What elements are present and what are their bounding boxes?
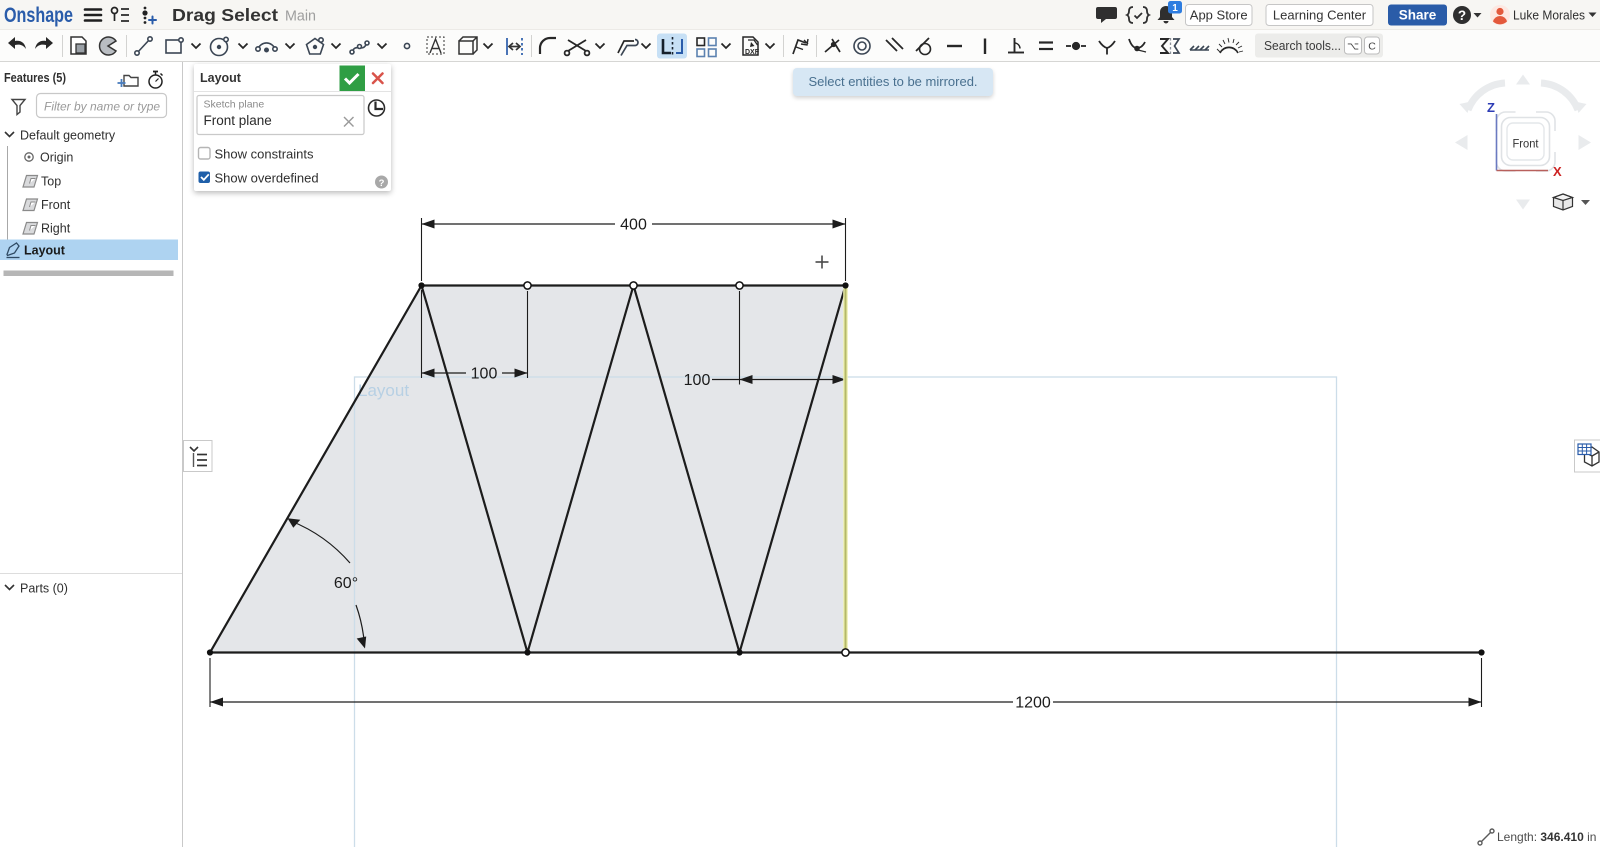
svg-text:Right: Right [41,222,71,236]
svg-text:Z: Z [1487,100,1495,115]
svg-text:1: 1 [1172,3,1178,14]
svg-text:Onshape: Onshape [4,4,73,27]
svg-text:Filter by name or type: Filter by name or type [44,100,160,114]
svg-text:100: 100 [684,372,711,389]
svg-text:Origin: Origin [40,151,73,165]
svg-text:Learning Center: Learning Center [1273,8,1367,23]
svg-text:Default geometry: Default geometry [20,129,116,143]
svg-text:Main: Main [285,8,316,25]
svg-text:400: 400 [620,217,647,234]
svg-text:Sketch plane: Sketch plane [204,99,265,111]
svg-text:Share: Share [1399,8,1437,23]
svg-text:X: X [1553,164,1562,179]
svg-text:Luke Morales: Luke Morales [1513,8,1585,23]
svg-text:Drag Select: Drag Select [172,5,278,25]
svg-text:Search tools...: Search tools... [1264,39,1341,53]
svg-text:C: C [1368,41,1376,53]
svg-text:100: 100 [471,366,498,383]
svg-text:?: ? [1458,8,1466,23]
svg-text:Layout: Layout [24,244,66,258]
svg-text:Front plane: Front plane [204,113,272,128]
svg-text:?: ? [379,178,385,189]
svg-text:Front: Front [1513,139,1540,151]
svg-text:Top: Top [41,175,61,189]
svg-text:Layout: Layout [200,71,242,85]
svg-text:Features (5): Features (5) [4,71,66,85]
svg-text:Show overdefined: Show overdefined [215,171,319,186]
svg-text:Parts (0): Parts (0) [20,582,68,596]
svg-text:Show constraints: Show constraints [215,147,314,162]
svg-text:1200: 1200 [1015,695,1051,712]
svg-text:60°: 60° [334,575,358,592]
svg-text:Front: Front [41,198,71,212]
svg-text:App Store: App Store [1190,8,1248,23]
svg-text:DXF: DXF [745,49,760,56]
svg-text:⌥: ⌥ [1347,41,1359,53]
